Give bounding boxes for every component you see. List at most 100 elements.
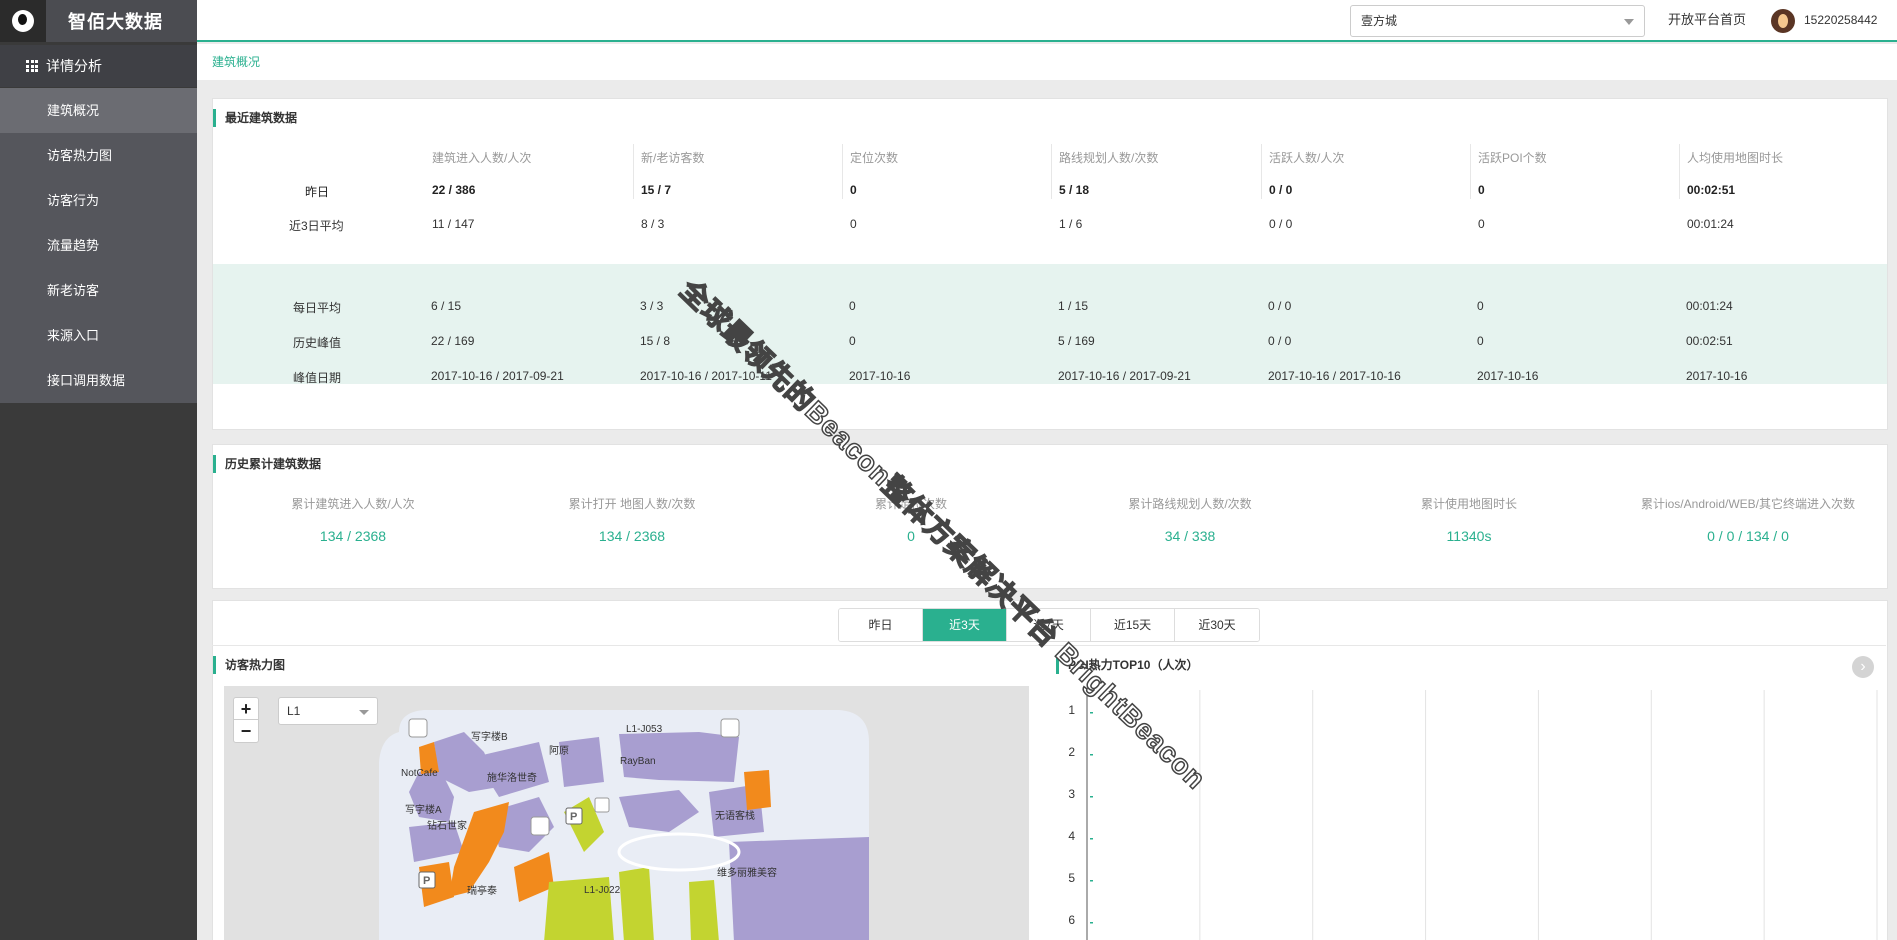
heatmap-map[interactable]: + − L1 写字楼B L1-J053 阿原 NotCafe 施华洛世奇 Ray… [224, 686, 1029, 940]
building-select[interactable]: 壹方城 [1350, 5, 1645, 37]
stats-header-row: 建筑进入人数/人次 新/老访客数 定位次数 路线规划人数/次数 活跃人数/人次 … [213, 149, 1887, 169]
y-tick-label: 3 [1068, 787, 1075, 801]
metric-label: 累计ios/Android/WEB/其它终端进入次数 [1640, 497, 1856, 511]
sidebar-item-source-entry[interactable]: 来源入口 [0, 313, 197, 358]
cell: 5 / 169 [1058, 334, 1095, 348]
sidebar-section-detail-analysis[interactable]: 详情分析 [0, 45, 197, 87]
poi-bar[interactable] [1090, 880, 1093, 882]
user-phone[interactable]: 15220258442 [1804, 0, 1877, 40]
map-label: L1-J053 [626, 724, 663, 735]
poi-bar[interactable] [1090, 922, 1093, 924]
cell: 0 [1478, 183, 1485, 197]
chart-bars [1090, 712, 1093, 924]
parking-icon-glyph: P [570, 811, 577, 823]
cell: 22 / 386 [432, 183, 476, 197]
column-header: 定位次数 [850, 151, 899, 165]
sidebar-item-traffic-trend[interactable]: 流量趋势 [0, 223, 197, 268]
escalator-icon [408, 718, 428, 738]
escalator-icon [720, 718, 740, 738]
cell: 2017-10-16 [1477, 369, 1539, 383]
map-label: 写字楼B [471, 730, 508, 743]
poi-bar[interactable] [1090, 838, 1093, 840]
sidebar-item-building-overview[interactable]: 建筑概况 [0, 88, 197, 133]
heatmap-title: 访客热力图 [213, 656, 285, 674]
cell: 5 / 18 [1059, 183, 1090, 197]
y-tick-label: 6 [1068, 913, 1075, 927]
card-title: 最近建筑数据 [213, 109, 297, 127]
sidebar-item-visitor-heatmap[interactable]: 访客热力图 [0, 133, 197, 178]
cell: 0 / 0 [1269, 183, 1293, 197]
map-label: 维多丽雅美容 [717, 866, 777, 879]
cell: 2017-10-16 [849, 369, 911, 383]
zoom-out-button[interactable]: − [234, 720, 258, 742]
open-platform-link[interactable]: 开放平台首页 [1668, 0, 1746, 40]
accessible-icon [594, 797, 610, 813]
sidebar-section-label: 详情分析 [46, 58, 102, 74]
chart-grid [1086, 690, 1878, 940]
map-label: NotCafe [401, 768, 438, 779]
grid-icon [26, 60, 38, 72]
avatar[interactable] [1771, 9, 1795, 33]
metric-label: 累计建筑进入人数/人次 [291, 497, 415, 511]
cell: 2017-10-16 / 2017-09-21 [1058, 369, 1191, 383]
tab-last-7-days[interactable]: 近7天 [1007, 609, 1091, 641]
poi-title: POI热力TOP10（人次） [1056, 656, 1198, 674]
cell: 00:01:24 [1687, 217, 1734, 231]
poi-bar[interactable] [1090, 754, 1093, 756]
recent-data-card: 最近建筑数据 建筑进入人数/人次 新/老访客数 定位次数 路线规划人数/次数 活… [212, 98, 1888, 430]
map-label: L1-J022 [584, 885, 621, 896]
cell: 0 [1477, 299, 1484, 313]
topbar: 壹方城 开放平台首页 15220258442 [197, 0, 1897, 42]
tab-last-3-days[interactable]: 近3天 [923, 609, 1007, 641]
cell: 8 / 3 [641, 217, 665, 231]
escalator-icon [530, 816, 550, 836]
zoom-in-button[interactable]: + [234, 698, 258, 720]
cell: 1 / 15 [1058, 299, 1089, 313]
map-label: 瑞亭泰 [467, 884, 497, 897]
app-logo[interactable]: 智佰大数据 [0, 0, 197, 42]
cell: 0 [850, 183, 857, 197]
tab-last-30-days[interactable]: 近30天 [1175, 609, 1259, 641]
shop-area-hot [744, 770, 771, 810]
sidebar-item-visitor-behavior[interactable]: 访客行为 [0, 178, 197, 223]
y-axis-ticks: 1 2 3 4 5 6 [1068, 703, 1075, 927]
cell: 15 / 7 [641, 183, 672, 197]
cell: 0 / 0 [1269, 217, 1293, 231]
table-row: 历史峰值 22 / 169 15 / 8 0 5 / 169 0 / 0 0 0… [213, 334, 1887, 354]
poi-bar[interactable] [1090, 712, 1093, 714]
y-tick-label: 1 [1068, 703, 1075, 717]
tab-last-15-days[interactable]: 近15天 [1091, 609, 1175, 641]
table-row: 昨日 22 / 386 15 / 7 0 5 / 18 0 / 0 0 00:0… [213, 183, 1887, 203]
floor-select-value: L1 [287, 704, 301, 718]
map-label: 无语客栈 [715, 809, 755, 822]
floor-select[interactable]: L1 [278, 697, 378, 725]
cell: 2017-10-16 / 2017-10-11 [640, 369, 772, 383]
column-header: 活跃人数/人次 [1269, 151, 1345, 165]
poi-top10-chart: 1 2 3 4 5 6 [1068, 690, 1878, 940]
y-tick-label: 4 [1068, 829, 1075, 843]
column-header: 人均使用地图时长 [1687, 151, 1784, 165]
tab-yesterday[interactable]: 昨日 [839, 609, 923, 641]
cell: 0 [1477, 334, 1484, 348]
map-label: 施华洛世奇 [487, 771, 537, 784]
metric-value: 0 [907, 528, 915, 544]
row-label: 峰值日期 [293, 371, 342, 385]
cell: 0 [850, 217, 857, 231]
card-title: 历史累计建筑数据 [213, 455, 321, 473]
poi-bar[interactable] [1090, 796, 1093, 798]
cell: 00:01:24 [1686, 299, 1733, 313]
chevron-down-icon [359, 710, 369, 715]
column-header: 活跃POI个数 [1478, 151, 1547, 165]
row-label: 昨日 [305, 185, 330, 199]
sidebar-item-new-old-visitors[interactable]: 新老访客 [0, 268, 197, 313]
cell: 6 / 15 [431, 299, 462, 313]
summary-band: 每日平均 6 / 15 3 / 3 0 1 / 15 0 / 0 0 00:01… [213, 264, 1887, 385]
breadcrumb-current[interactable]: 建筑概况 [212, 55, 260, 69]
date-range-tabs: 昨日 近3天 近7天 近15天 近30天 [838, 608, 1260, 642]
row-label: 近3日平均 [289, 219, 344, 233]
sidebar-item-api-data[interactable]: 接口调用数据 [0, 358, 197, 403]
cell: 0 / 0 [1268, 334, 1292, 348]
chevron-right-icon[interactable]: › [1852, 656, 1874, 678]
cell: 22 / 169 [431, 334, 475, 348]
zoom-control: + − [233, 697, 259, 743]
